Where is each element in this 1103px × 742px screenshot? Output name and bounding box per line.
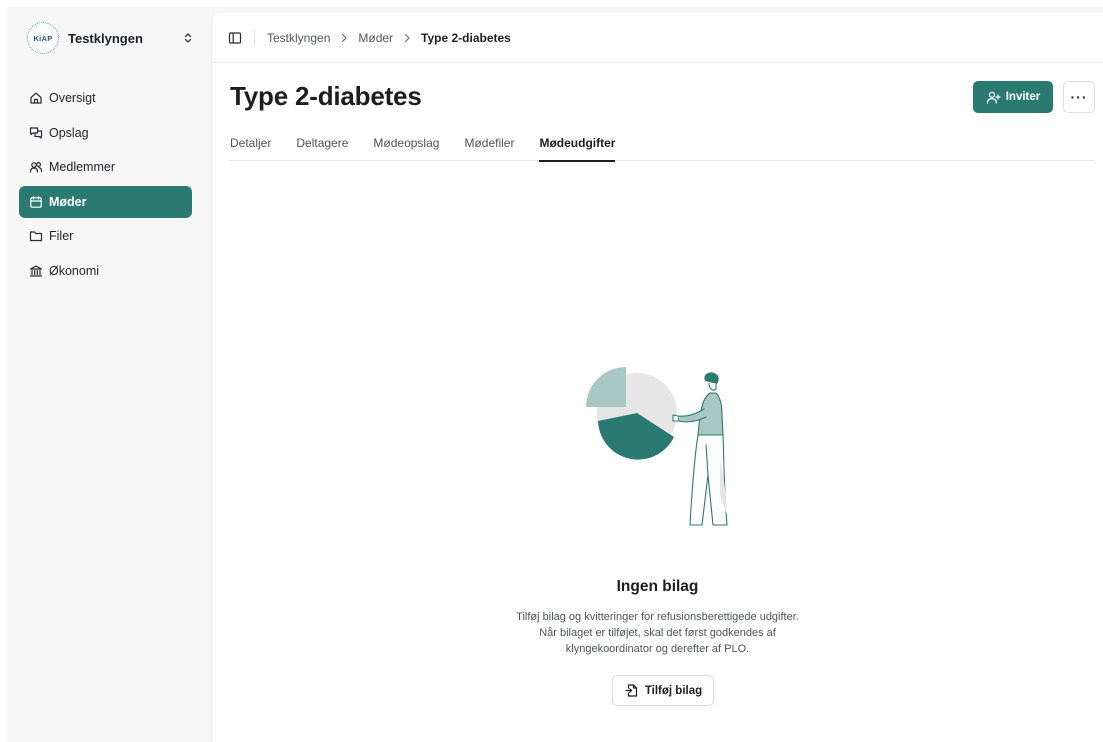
empty-state-line: Når bilaget er tilføjet, skal det først …: [539, 627, 776, 639]
sidebar-item-label: Oversigt: [49, 91, 96, 105]
tab-modeudgifter[interactable]: Mødeudgifter: [539, 127, 616, 162]
top-bar: Testklyngen Møder Type 2-diabetes: [212, 13, 1103, 63]
chevron-right-icon: [338, 32, 350, 44]
add-receipt-button[interactable]: Tilføj bilag: [612, 675, 714, 706]
invite-button[interactable]: Inviter: [973, 81, 1053, 113]
empty-state-line: Tilføj bilag og kvitteringer for refusio…: [516, 611, 799, 623]
sidebar-item-opslag[interactable]: Opslag: [19, 117, 192, 149]
org-name: Testklyngen: [68, 30, 143, 46]
chevron-right-icon: [401, 32, 413, 44]
sidebar-item-okonomi[interactable]: Økonomi: [19, 255, 192, 287]
breadcrumb-item-current: Type 2-diabetes: [421, 30, 511, 45]
sidebar-item-label: Medlemmer: [49, 160, 115, 174]
more-options-button[interactable]: ···: [1063, 81, 1095, 113]
tab-bar: Detaljer Deltagere Mødeopslag Mødefiler …: [230, 127, 1095, 162]
sidebar-item-medlemmer[interactable]: Medlemmer: [19, 151, 192, 183]
org-logo: KiAP: [27, 22, 59, 54]
tab-modefiler[interactable]: Mødefiler: [464, 127, 514, 161]
sidebar-item-label: Økonomi: [49, 263, 100, 278]
sidebar-item-oversigt[interactable]: Oversigt: [19, 82, 192, 114]
sidebar-item-label: Filer: [49, 229, 74, 243]
file-import-icon: [624, 683, 639, 698]
breadcrumb: Testklyngen Møder Type 2-diabetes: [267, 31, 511, 45]
sidebar-nav: Oversigt Opslag Medlemmer Møder Filer Øk…: [19, 82, 192, 289]
tab-modeopslag[interactable]: Mødeopslag: [373, 127, 439, 161]
invite-button-label: Inviter: [1005, 91, 1041, 103]
empty-state-illustration: [582, 365, 742, 533]
empty-state-title: Ingen bilag: [616, 578, 699, 595]
empty-state-description: Tilføj bilag og kvitteringer for refusio…: [212, 609, 1103, 657]
org-switcher[interactable]: KiAP Testklyngen: [19, 15, 203, 61]
page-title: Type 2-diabetes: [230, 81, 422, 111]
calendar-icon: [29, 195, 43, 209]
tab-deltagere[interactable]: Deltagere: [296, 127, 348, 161]
sidebar-item-filer[interactable]: Filer: [19, 220, 192, 252]
sidebar-item-label: Opslag: [49, 125, 89, 140]
user-plus-icon: [986, 90, 1001, 105]
chevron-up-down-icon: [181, 31, 195, 45]
empty-state-line: klyngekoordinator og derefter af PLO.: [565, 643, 750, 655]
bank-icon: [29, 264, 43, 278]
divider: [254, 29, 255, 46]
sidebar: KiAP Testklyngen Oversigt Opslag Medlemm…: [7, 7, 211, 742]
sidebar-item-label: Møder: [49, 194, 87, 209]
breadcrumb-item-testklyngen[interactable]: Testklyngen: [267, 31, 330, 45]
breadcrumb-item-moder[interactable]: Møder: [358, 31, 393, 45]
users-icon: [29, 160, 43, 174]
add-receipt-button-label: Tilføj bilag: [644, 684, 703, 697]
chat-icon: [29, 126, 43, 140]
main-panel: Testklyngen Møder Type 2-diabetes Type 2…: [211, 13, 1103, 742]
home-icon: [29, 91, 43, 105]
sidebar-item-moder[interactable]: Møder: [19, 185, 192, 218]
tab-detaljer[interactable]: Detaljer: [230, 127, 271, 161]
folder-icon: [29, 229, 43, 243]
sidebar-toggle-icon[interactable]: [228, 31, 242, 45]
